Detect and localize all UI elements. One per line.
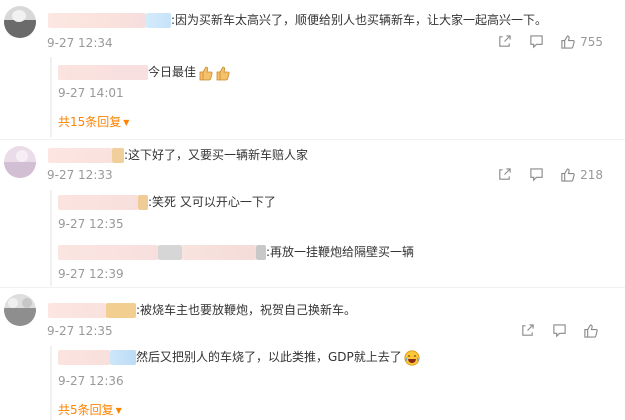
comment-actions: 755 (488, 34, 603, 49)
share-icon (521, 324, 534, 336)
like-button[interactable]: 755 (560, 34, 603, 49)
more-replies-label: 共5条回复 (58, 403, 114, 417)
reply-line: :再放一挂鞭炮给隔壁买一辆 (58, 244, 414, 260)
username[interactable] (58, 65, 148, 80)
comment-time: 9-27 12:35 (47, 324, 113, 338)
comment-item: :因为买新车太高兴了，顺便给别人也买辆新车，让大家一起高兴一下。 9-27 12… (0, 0, 625, 140)
more-replies-link[interactable]: 共5条回复 ▼ (58, 401, 122, 418)
caret-down-icon: ▼ (115, 406, 122, 415)
like-button[interactable] (583, 323, 603, 338)
more-replies-label: 共15条回复 (58, 115, 122, 129)
username[interactable] (58, 195, 138, 210)
username[interactable] (58, 245, 158, 260)
reply-text: :再放一挂鞭炮给隔壁买一辆 (266, 245, 415, 259)
share-button[interactable] (511, 323, 543, 338)
username[interactable] (112, 148, 124, 163)
like-count: 218 (580, 167, 603, 182)
comment-icon (552, 324, 566, 338)
reply-rail (50, 57, 52, 137)
comment-actions: 218 (488, 167, 603, 182)
username[interactable] (256, 245, 266, 260)
like-button[interactable]: 218 (560, 167, 603, 182)
reply-text: 今日最佳 (148, 65, 197, 79)
share-button[interactable] (488, 167, 520, 182)
reply-rail (50, 190, 52, 286)
reply-time: 9-27 12:35 (58, 217, 124, 231)
like-icon (561, 168, 575, 182)
username[interactable] (138, 195, 148, 210)
comment-text: :被烧车主也要放鞭炮，祝贺自己换新车。 (136, 303, 357, 317)
share-button[interactable] (488, 34, 520, 49)
share-icon (498, 168, 511, 180)
share-icon (498, 35, 511, 47)
thumbs-up-emoji (214, 65, 230, 81)
comment-time: 9-27 12:33 (47, 168, 113, 182)
reply-line: :笑死 又可以开心一下了 (58, 194, 276, 210)
reply-text: 然后又把别人的车烧了，以此类推，GDP就上去了 (136, 350, 402, 364)
comment-icon (529, 35, 543, 49)
username[interactable] (48, 148, 112, 163)
more-replies-link[interactable]: 共15条回复 ▼ (58, 113, 129, 130)
comment-time: 9-27 12:34 (47, 36, 113, 50)
reply-time: 9-27 14:01 (58, 86, 124, 100)
reply-rail (50, 346, 52, 420)
reply-line: 今日最佳 (58, 64, 230, 81)
avatar[interactable] (4, 294, 36, 326)
username[interactable] (182, 245, 256, 260)
thumbs-up-emoji (197, 65, 213, 81)
avatar[interactable] (4, 6, 36, 38)
username[interactable] (146, 13, 171, 28)
username[interactable] (158, 245, 182, 260)
username[interactable] (48, 13, 146, 28)
reply-time: 9-27 12:36 (58, 374, 124, 388)
caret-down-icon: ▼ (123, 118, 130, 127)
reply-text: :笑死 又可以开心一下了 (148, 195, 276, 209)
like-icon (584, 324, 598, 338)
comment-item: :被烧车主也要放鞭炮，祝贺自己换新车。 9-27 12:35 然后又把别人的车烧… (0, 288, 625, 420)
comment-actions (511, 323, 603, 338)
username[interactable] (106, 303, 136, 318)
reply-time: 9-27 12:39 (58, 267, 124, 281)
comment-button[interactable] (543, 323, 575, 338)
username[interactable] (110, 350, 136, 365)
comment-icon (529, 168, 543, 182)
comment-item: :这下好了，又要买一辆新车赔人家 9-27 12:33 218 :笑死 又可以开… (0, 140, 625, 288)
avatar[interactable] (4, 146, 36, 178)
comment-button[interactable] (520, 167, 552, 182)
comment-line: :因为买新车太高兴了，顺便给别人也买辆新车，让大家一起高兴一下。 (48, 12, 547, 28)
username[interactable] (58, 350, 110, 365)
comment-line: :被烧车主也要放鞭炮，祝贺自己换新车。 (48, 302, 356, 318)
comment-button[interactable] (520, 34, 552, 49)
comment-text: :这下好了，又要买一辆新车赔人家 (124, 148, 309, 162)
reply-line: 然后又把别人的车烧了，以此类推，GDP就上去了 (58, 349, 420, 366)
comment-line: :这下好了，又要买一辆新车赔人家 (48, 147, 308, 163)
like-count: 755 (580, 34, 603, 49)
username[interactable] (48, 303, 106, 318)
like-icon (561, 35, 575, 49)
comment-text: :因为买新车太高兴了，顺便给别人也买辆新车，让大家一起高兴一下。 (171, 13, 548, 27)
laughing-emoji (404, 349, 420, 366)
